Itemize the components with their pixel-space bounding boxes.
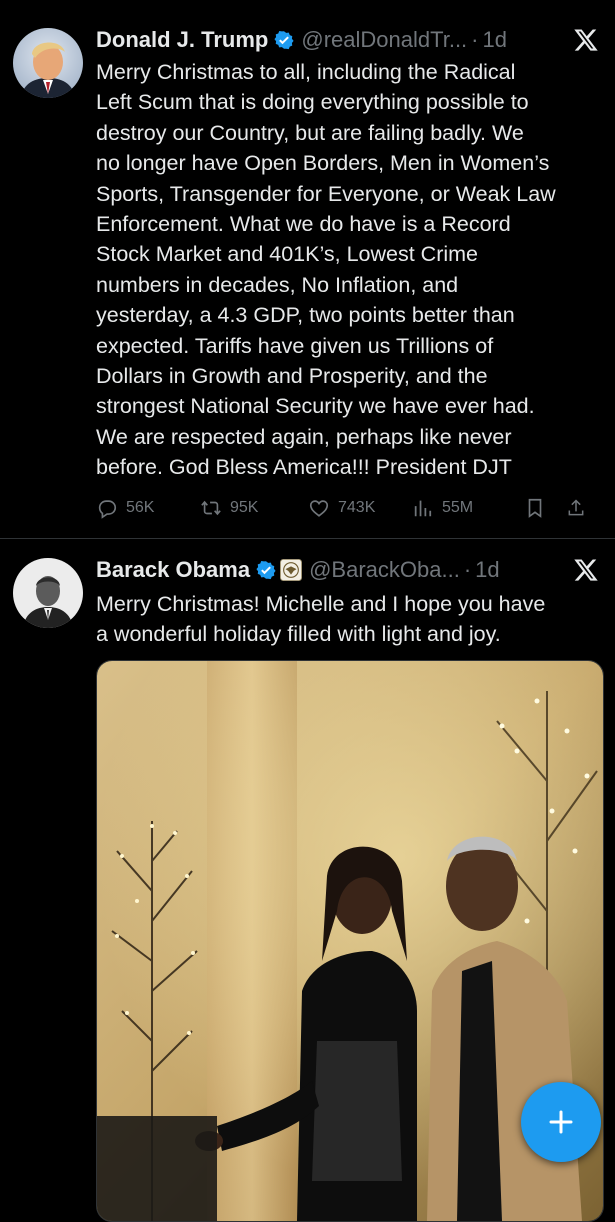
tweet-text: Merry Christmas! Michelle and I hope you… [96, 592, 546, 647]
verified-badge-icon[interactable] [256, 560, 276, 580]
tweet-actions: 56K 95K 743K 55M [96, 494, 602, 522]
timestamp[interactable]: 1d [483, 27, 507, 53]
tweet-header: Barack Obama @BarackOba... · 1d [96, 555, 615, 585]
bookmark-icon [528, 498, 542, 518]
repost-button[interactable]: 95K [200, 497, 308, 519]
views-icon [414, 500, 432, 517]
x-logo-icon [574, 559, 598, 581]
avatar-image [13, 558, 83, 628]
tweet-text: Merry Christmas to all, including the Ra… [96, 60, 556, 480]
tweet-divider [0, 538, 615, 539]
like-icon [309, 500, 329, 517]
like-button[interactable]: 743K [308, 497, 412, 519]
tweet-header: Donald J. Trump @realDonaldTr... · 1d [96, 25, 615, 55]
government-seal-icon[interactable] [280, 559, 303, 581]
views-button[interactable]: 55M [412, 497, 524, 519]
reply-icon [98, 500, 117, 519]
repost-count: 95K [230, 499, 259, 516]
tweet-trump[interactable]: Donald J. Trump @realDonaldTr... · 1d Me… [0, 25, 615, 525]
plus-icon [549, 1110, 573, 1134]
avatar-trump[interactable] [13, 28, 83, 98]
x-logo-icon [574, 29, 598, 51]
verified-badge-icon[interactable] [274, 30, 294, 50]
avatar-image [13, 28, 83, 98]
handle[interactable]: @realDonaldTr... [301, 27, 467, 53]
timestamp[interactable]: 1d [475, 557, 499, 583]
compose-button[interactable] [521, 1082, 601, 1162]
reply-button[interactable]: 56K [96, 497, 200, 519]
separator-dot: · [471, 27, 479, 52]
share-icon [568, 499, 584, 516]
display-name[interactable]: Donald J. Trump [96, 27, 268, 53]
handle[interactable]: @BarackOba... [309, 557, 460, 583]
like-count: 743K [338, 499, 376, 516]
repost-icon [201, 500, 221, 516]
reply-count: 56K [126, 499, 155, 516]
separator-dot: · [463, 557, 472, 582]
display-name[interactable]: Barack Obama [96, 557, 250, 583]
share-button[interactable] [566, 497, 594, 519]
avatar-obama[interactable] [13, 558, 83, 628]
bookmark-button[interactable] [524, 497, 566, 519]
view-count: 55M [442, 499, 474, 516]
